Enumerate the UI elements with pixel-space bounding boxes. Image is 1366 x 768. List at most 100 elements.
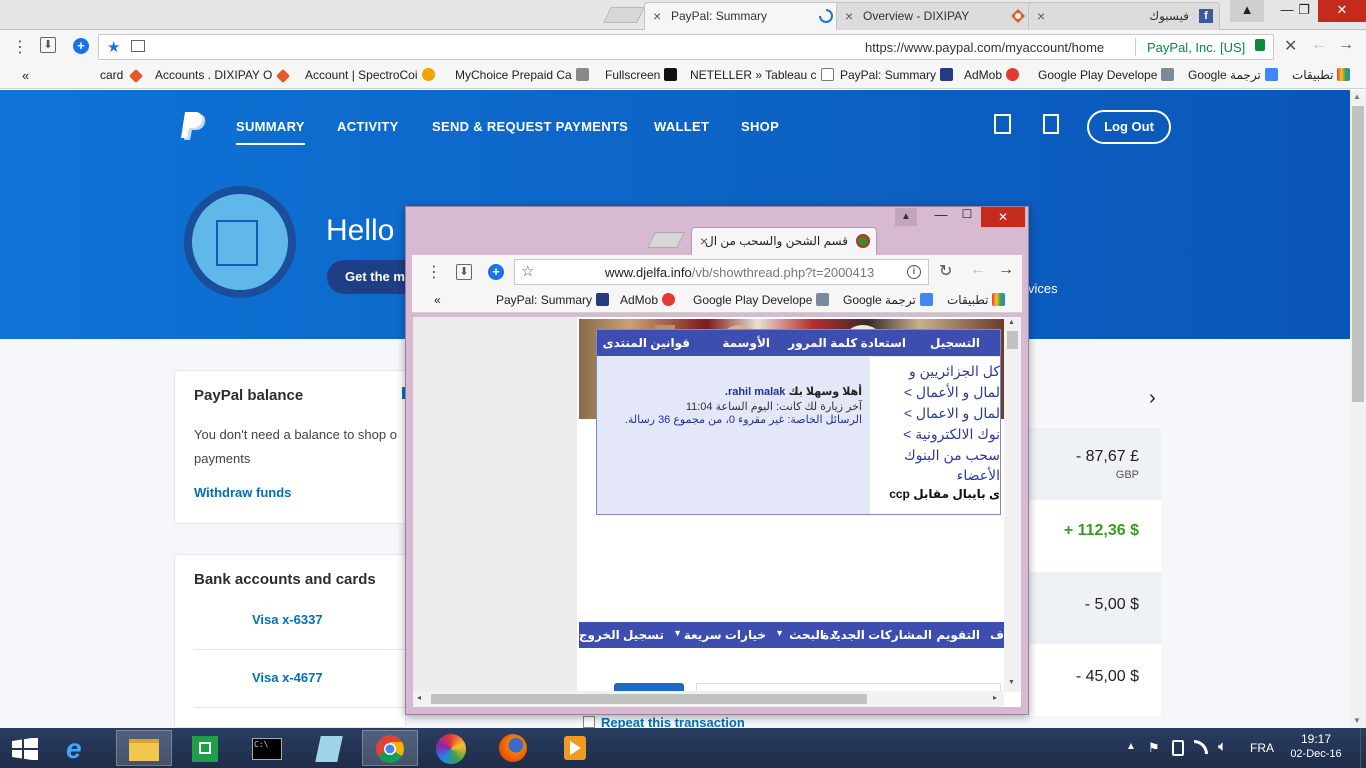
nav-forum-rules[interactable]: قوانين المنتدى: [603, 336, 690, 350]
bookmark-paypal[interactable]: PayPal: Summary: [840, 68, 954, 82]
services-link[interactable]: vices: [1028, 281, 1058, 296]
nav-shop[interactable]: SHOP: [741, 119, 779, 134]
back-icon[interactable]: →: [1338, 36, 1354, 54]
scroll-down-icon[interactable]: ▼: [1353, 716, 1361, 725]
withdraw-funds-link[interactable]: Withdraw funds: [194, 485, 291, 500]
nav-wallet[interactable]: WALLET: [654, 119, 709, 134]
nav-quick-options[interactable]: خيارات سريعة: [684, 628, 766, 642]
private-messages-link[interactable]: الرسائل الخاصة: غير مقروء 0، من مجموع 36…: [625, 413, 862, 426]
star-icon[interactable]: ★: [107, 38, 120, 56]
language-indicator[interactable]: FRA: [1250, 741, 1274, 755]
transaction-row[interactable]: - 45,00 $: [1013, 644, 1161, 716]
chevron-right-icon[interactable]: ›: [1149, 387, 1156, 410]
transaction-row[interactable]: + 112,36 $: [1013, 500, 1161, 572]
profile-icon[interactable]: ▲: [895, 208, 917, 226]
scroll-up-icon[interactable]: ▲: [1353, 92, 1361, 101]
repeat-checkbox[interactable]: [583, 716, 595, 728]
download-icon[interactable]: ⬇: [456, 264, 472, 280]
close-icon[interactable]: ×: [653, 8, 661, 24]
popup-address-bar[interactable]: ☆ www.djelfa.info/vb/showthread.php?t=20…: [514, 259, 929, 285]
cmd-icon[interactable]: C:\: [240, 730, 296, 766]
bookmark-fullscreen[interactable]: Fullscreen: [605, 68, 678, 82]
add-icon[interactable]: +: [488, 264, 504, 280]
nav-logout[interactable]: تسجيل الخروج: [579, 628, 664, 642]
star-icon[interactable]: ☆: [521, 262, 534, 280]
bookmark-neteller[interactable]: NETELLER » Tableau c: [690, 68, 834, 82]
store-icon[interactable]: [178, 730, 234, 766]
new-tab-button[interactable]: [647, 232, 685, 248]
popup-scrollbar[interactable]: ▲ ▼: [1004, 317, 1021, 692]
scroll-down-icon[interactable]: ▼: [1008, 679, 1015, 686]
maximize-button[interactable]: ☐: [956, 207, 978, 227]
bookmark-dixipay[interactable]: Accounts . DIXIPAY O: [155, 68, 291, 84]
username-link[interactable]: rahil malak: [728, 386, 785, 398]
breadcrumb-item[interactable]: سحب من البنوك: [904, 447, 1000, 464]
forward-icon[interactable]: ←: [970, 261, 986, 279]
menu-icon[interactable]: ⋮: [12, 37, 28, 57]
breadcrumb-item[interactable]: نوك الالكترونية >: [903, 426, 1000, 443]
close-icon[interactable]: ×: [845, 8, 853, 24]
reload-icon[interactable]: ↻: [939, 261, 952, 281]
network-icon[interactable]: [1194, 740, 1208, 754]
get-money-button[interactable]: Get the m: [327, 260, 417, 294]
popup-tab[interactable]: قسم الشحن والسحب من ال ×: [691, 227, 877, 255]
info-icon[interactable]: i: [907, 265, 921, 279]
battery-icon[interactable]: [1172, 740, 1184, 756]
settings-icon[interactable]: [1043, 114, 1059, 134]
close-icon[interactable]: ×: [1037, 8, 1045, 24]
avatar[interactable]: [184, 186, 296, 298]
windows-start-icon[interactable]: [12, 738, 38, 760]
nav-medals[interactable]: الأوسمة: [722, 336, 770, 350]
chrome-icon[interactable]: [362, 730, 418, 766]
bookmark-admob[interactable]: AdMob: [964, 68, 1020, 82]
bookmark-apps[interactable]: تطبيقات: [947, 293, 1006, 307]
show-desktop-button[interactable]: [1360, 728, 1366, 768]
nav-search[interactable]: البحث: [789, 628, 824, 642]
scroll-left-icon[interactable]: ◂: [417, 693, 421, 702]
flag-icon[interactable]: ⚑: [1148, 740, 1160, 756]
clock[interactable]: 19:17 02-Dec-16: [1286, 732, 1346, 760]
transaction-row[interactable]: - 5,00 $: [1013, 572, 1161, 644]
breadcrumb-item[interactable]: الأعضاء: [957, 467, 1000, 484]
menu-icon[interactable]: ⋮: [426, 262, 442, 282]
scroll-right-icon[interactable]: ▸: [993, 693, 997, 702]
breadcrumb-item[interactable]: كل الجزائريين و: [909, 363, 1000, 380]
file-explorer-icon[interactable]: [116, 730, 172, 766]
bookmark-apps[interactable]: تطبيقات: [1292, 68, 1351, 82]
profile-icon[interactable]: ▲: [1230, 0, 1264, 22]
new-tab-button[interactable]: [603, 7, 645, 23]
stop-icon[interactable]: ✕: [1284, 36, 1297, 56]
chevron-up-icon[interactable]: ▲: [1126, 741, 1136, 752]
breadcrumb-item[interactable]: لمال و الأعمال >: [904, 384, 1000, 401]
nav-item[interactable]: ف: [990, 628, 1004, 642]
bookmark-google-play[interactable]: Google Play Develope: [1038, 68, 1175, 82]
scroll-thumb[interactable]: [431, 694, 867, 704]
minimize-button[interactable]: —: [930, 207, 952, 227]
nav-summary[interactable]: SUMMARY: [236, 119, 305, 145]
logout-button[interactable]: Log Out: [1087, 110, 1171, 144]
scroll-up-icon[interactable]: ▲: [1008, 319, 1015, 326]
tab-dixipay[interactable]: × Overview - DIXIPAY: [836, 2, 1032, 30]
card-link[interactable]: Visa x-6337: [252, 612, 323, 627]
more-bookmarks[interactable]: «: [434, 293, 441, 307]
bookmark-card[interactable]: card: [100, 68, 144, 84]
close-icon[interactable]: ×: [700, 233, 708, 249]
bookmark-mychoice[interactable]: MyChoice Prepaid Ca: [455, 68, 589, 82]
transaction-row[interactable]: - 87,67 £ GBP: [1013, 428, 1161, 500]
nav-calendar[interactable]: التقويم: [936, 628, 980, 642]
nav-password-recovery[interactable]: استعادة كلمة المرور: [788, 336, 906, 350]
close-window-button[interactable]: ✕: [1318, 0, 1366, 22]
address-bar[interactable]: ★ https://www.paypal.com/myaccount/home …: [98, 34, 1274, 60]
scroll-thumb[interactable]: [1007, 331, 1018, 349]
bookmark-paypal[interactable]: PayPal: Summary: [496, 293, 610, 307]
page-scrollbar[interactable]: ▲ ▼: [1350, 90, 1366, 728]
notifications-icon[interactable]: [994, 114, 1011, 134]
download-icon[interactable]: ⬇: [40, 37, 56, 53]
forward-icon[interactable]: ←: [1311, 36, 1327, 54]
maximize-button[interactable]: ❐: [1287, 0, 1321, 22]
nav-register[interactable]: التسجيل: [930, 336, 980, 350]
color-app-icon[interactable]: [424, 730, 480, 766]
back-icon[interactable]: →: [998, 261, 1014, 279]
tab-facebook[interactable]: × فيسبوك f: [1028, 2, 1220, 30]
add-icon[interactable]: +: [73, 38, 89, 54]
